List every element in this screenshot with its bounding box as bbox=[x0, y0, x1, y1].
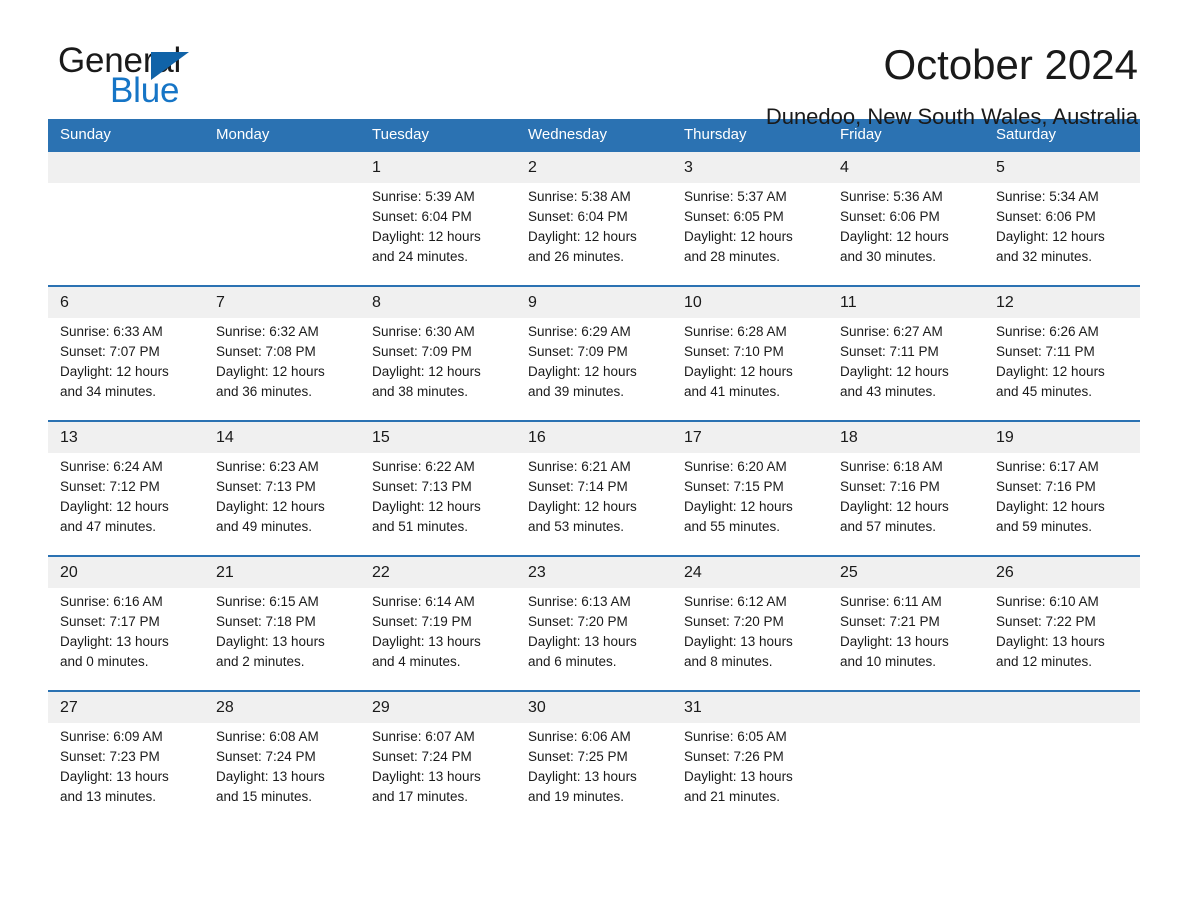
page-title: October 2024 bbox=[883, 41, 1138, 88]
day-detail: Sunrise: 6:07 AM Sunset: 7:24 PM Dayligh… bbox=[360, 723, 516, 825]
day-detail: Sunrise: 6:22 AM Sunset: 7:13 PM Dayligh… bbox=[360, 453, 516, 556]
day-detail: Sunrise: 5:37 AM Sunset: 6:05 PM Dayligh… bbox=[672, 183, 828, 286]
day-number: 9 bbox=[516, 285, 672, 318]
day-detail: Sunrise: 5:38 AM Sunset: 6:04 PM Dayligh… bbox=[516, 183, 672, 286]
weekday-header-tuesday: Tuesday bbox=[360, 119, 516, 152]
week-4-detail-row: Sunrise: 6:16 AM Sunset: 7:17 PM Dayligh… bbox=[48, 588, 1140, 691]
week-4-daynum-row: 20 21 22 23 24 25 26 bbox=[48, 555, 1140, 588]
day-detail: Sunrise: 6:16 AM Sunset: 7:17 PM Dayligh… bbox=[48, 588, 204, 691]
day-number: 4 bbox=[828, 152, 984, 183]
day-detail: Sunrise: 6:26 AM Sunset: 7:11 PM Dayligh… bbox=[984, 318, 1140, 421]
day-number: 30 bbox=[516, 690, 672, 723]
weekday-header-sunday: Sunday bbox=[48, 119, 204, 152]
day-detail: Sunrise: 6:29 AM Sunset: 7:09 PM Dayligh… bbox=[516, 318, 672, 421]
week-1-daynum-row: 1 2 3 4 5 bbox=[48, 152, 1140, 183]
day-number: 19 bbox=[984, 420, 1140, 453]
day-detail: Sunrise: 6:24 AM Sunset: 7:12 PM Dayligh… bbox=[48, 453, 204, 556]
day-number: 17 bbox=[672, 420, 828, 453]
week-3-detail-row: Sunrise: 6:24 AM Sunset: 7:12 PM Dayligh… bbox=[48, 453, 1140, 556]
day-detail: Sunrise: 6:23 AM Sunset: 7:13 PM Dayligh… bbox=[204, 453, 360, 556]
day-detail: Sunrise: 6:11 AM Sunset: 7:21 PM Dayligh… bbox=[828, 588, 984, 691]
logo-text-blue: Blue bbox=[110, 71, 180, 110]
day-number: 12 bbox=[984, 285, 1140, 318]
day-number: 15 bbox=[360, 420, 516, 453]
day-number: 1 bbox=[360, 152, 516, 183]
week-1-detail-row: Sunrise: 5:39 AM Sunset: 6:04 PM Dayligh… bbox=[48, 183, 1140, 286]
day-detail: Sunrise: 6:17 AM Sunset: 7:16 PM Dayligh… bbox=[984, 453, 1140, 556]
day-number: 18 bbox=[828, 420, 984, 453]
day-number: 16 bbox=[516, 420, 672, 453]
calendar-table: Sunday Monday Tuesday Wednesday Thursday… bbox=[48, 119, 1140, 825]
day-detail: Sunrise: 6:18 AM Sunset: 7:16 PM Dayligh… bbox=[828, 453, 984, 556]
day-number: 31 bbox=[672, 690, 828, 723]
day-detail: Sunrise: 6:21 AM Sunset: 7:14 PM Dayligh… bbox=[516, 453, 672, 556]
day-number: 11 bbox=[828, 285, 984, 318]
day-number: 23 bbox=[516, 555, 672, 588]
day-number: 22 bbox=[360, 555, 516, 588]
day-detail: Sunrise: 6:06 AM Sunset: 7:25 PM Dayligh… bbox=[516, 723, 672, 825]
day-number bbox=[204, 152, 360, 183]
day-detail bbox=[828, 723, 984, 825]
day-number: 10 bbox=[672, 285, 828, 318]
day-number bbox=[828, 690, 984, 723]
day-detail bbox=[204, 183, 360, 286]
day-number: 25 bbox=[828, 555, 984, 588]
day-detail: Sunrise: 5:34 AM Sunset: 6:06 PM Dayligh… bbox=[984, 183, 1140, 286]
page-header: General Blue October 2024 Dunedoo, New S… bbox=[48, 0, 1140, 130]
day-detail: Sunrise: 6:12 AM Sunset: 7:20 PM Dayligh… bbox=[672, 588, 828, 691]
day-detail: Sunrise: 6:33 AM Sunset: 7:07 PM Dayligh… bbox=[48, 318, 204, 421]
weekday-header-wednesday: Wednesday bbox=[516, 119, 672, 152]
day-number: 7 bbox=[204, 285, 360, 318]
week-2-daynum-row: 6 7 8 9 10 11 12 bbox=[48, 285, 1140, 318]
day-detail: Sunrise: 6:14 AM Sunset: 7:19 PM Dayligh… bbox=[360, 588, 516, 691]
week-3-daynum-row: 13 14 15 16 17 18 19 bbox=[48, 420, 1140, 453]
day-detail: Sunrise: 6:32 AM Sunset: 7:08 PM Dayligh… bbox=[204, 318, 360, 421]
day-number: 2 bbox=[516, 152, 672, 183]
week-5-detail-row: Sunrise: 6:09 AM Sunset: 7:23 PM Dayligh… bbox=[48, 723, 1140, 825]
day-detail: Sunrise: 6:09 AM Sunset: 7:23 PM Dayligh… bbox=[48, 723, 204, 825]
page-subtitle: Dunedoo, New South Wales, Australia bbox=[765, 104, 1138, 129]
day-number bbox=[984, 690, 1140, 723]
calendar-page: General Blue October 2024 Dunedoo, New S… bbox=[0, 0, 1188, 918]
day-detail bbox=[984, 723, 1140, 825]
day-detail: Sunrise: 6:13 AM Sunset: 7:20 PM Dayligh… bbox=[516, 588, 672, 691]
day-detail bbox=[48, 183, 204, 286]
week-5-daynum-row: 27 28 29 30 31 bbox=[48, 690, 1140, 723]
day-number: 28 bbox=[204, 690, 360, 723]
day-number: 20 bbox=[48, 555, 204, 588]
week-2-detail-row: Sunrise: 6:33 AM Sunset: 7:07 PM Dayligh… bbox=[48, 318, 1140, 421]
day-detail: Sunrise: 6:30 AM Sunset: 7:09 PM Dayligh… bbox=[360, 318, 516, 421]
day-number: 6 bbox=[48, 285, 204, 318]
title-block: October 2024 Dunedoo, New South Wales, A… bbox=[766, 42, 1140, 130]
day-number: 3 bbox=[672, 152, 828, 183]
day-number: 24 bbox=[672, 555, 828, 588]
day-detail: Sunrise: 5:39 AM Sunset: 6:04 PM Dayligh… bbox=[360, 183, 516, 286]
day-number: 13 bbox=[48, 420, 204, 453]
day-detail: Sunrise: 6:10 AM Sunset: 7:22 PM Dayligh… bbox=[984, 588, 1140, 691]
day-detail: Sunrise: 6:15 AM Sunset: 7:18 PM Dayligh… bbox=[204, 588, 360, 691]
day-detail: Sunrise: 6:05 AM Sunset: 7:26 PM Dayligh… bbox=[672, 723, 828, 825]
weekday-header-monday: Monday bbox=[204, 119, 360, 152]
day-number bbox=[48, 152, 204, 183]
day-detail: Sunrise: 6:08 AM Sunset: 7:24 PM Dayligh… bbox=[204, 723, 360, 825]
day-number: 27 bbox=[48, 690, 204, 723]
general-blue-logo: General Blue bbox=[48, 42, 238, 114]
day-detail: Sunrise: 6:20 AM Sunset: 7:15 PM Dayligh… bbox=[672, 453, 828, 556]
day-number: 8 bbox=[360, 285, 516, 318]
day-detail: Sunrise: 6:28 AM Sunset: 7:10 PM Dayligh… bbox=[672, 318, 828, 421]
day-number: 14 bbox=[204, 420, 360, 453]
day-number: 5 bbox=[984, 152, 1140, 183]
day-number: 29 bbox=[360, 690, 516, 723]
day-number: 26 bbox=[984, 555, 1140, 588]
day-number: 21 bbox=[204, 555, 360, 588]
day-detail: Sunrise: 6:27 AM Sunset: 7:11 PM Dayligh… bbox=[828, 318, 984, 421]
day-detail: Sunrise: 5:36 AM Sunset: 6:06 PM Dayligh… bbox=[828, 183, 984, 286]
